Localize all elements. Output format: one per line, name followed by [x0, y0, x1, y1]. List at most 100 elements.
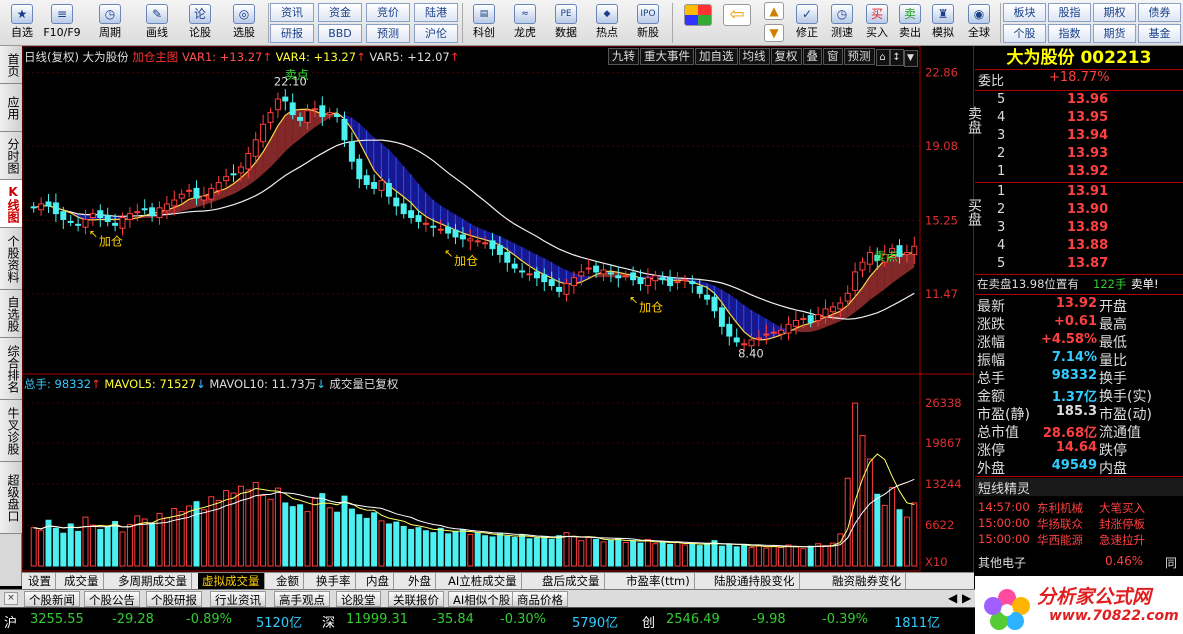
- side-tab-4[interactable]: 个股资料: [0, 228, 22, 290]
- toolbar-stock-select-button[interactable]: ◎ 选股: [224, 2, 264, 44]
- sprite-stock[interactable]: 东利机械: [1037, 500, 1083, 516]
- indicator-tab[interactable]: 外盘: [404, 573, 436, 589]
- indicator-tab[interactable]: 虚拟成交量: [198, 573, 265, 589]
- sprite-title[interactable]: 短线精灵: [978, 478, 1030, 497]
- toolbar-dragon-tiger-button[interactable]: ≈ 龙虎: [505, 2, 545, 44]
- sprite-stock[interactable]: 华扬联众: [1037, 516, 1083, 532]
- toolbar-grid-button[interactable]: 研报: [270, 24, 314, 43]
- toolbar-grid-button[interactable]: 预测: [366, 24, 410, 43]
- indicator-tab[interactable]: 多周期成交量: [114, 573, 192, 589]
- toolbar-ipo-button[interactable]: IPO 新股: [628, 2, 668, 44]
- side-tab-3[interactable]: K线图: [0, 180, 22, 228]
- sell-price[interactable]: 13.96: [1067, 92, 1108, 107]
- nav-left-icon[interactable]: ◀: [948, 591, 957, 605]
- toolbar-star-button[interactable]: ★ 自选: [2, 2, 42, 44]
- lock-icon[interactable]: ⌂: [875, 49, 890, 66]
- toolbar-market-button[interactable]: 板块: [1003, 3, 1046, 22]
- side-tab-5[interactable]: 自选股: [0, 290, 22, 338]
- news-tab[interactable]: 商品价格: [512, 591, 568, 607]
- news-tab[interactable]: 关联报价: [388, 591, 444, 607]
- news-tab[interactable]: 个股公告: [84, 591, 140, 607]
- toolbar-grid-button[interactable]: 竞价: [366, 3, 410, 22]
- toolbar-market-button[interactable]: 期权: [1093, 3, 1136, 22]
- indicator-tab[interactable]: 陆股通持股变化: [710, 573, 800, 589]
- chart-formula-name[interactable]: 加仓主图: [132, 50, 178, 64]
- chart-tool-button[interactable]: 重大事件: [640, 48, 694, 65]
- buy-price[interactable]: 13.90: [1067, 202, 1108, 217]
- chart-tool-button[interactable]: 预测: [843, 48, 875, 65]
- side-tab-7[interactable]: 牛叉诊股: [0, 400, 22, 462]
- toolbar-pe-data-button[interactable]: PE 数据: [546, 2, 586, 44]
- indicator-tab[interactable]: 设置: [24, 573, 56, 589]
- side-tab-8[interactable]: 超级盘口: [0, 462, 22, 534]
- news-collapse-icon[interactable]: ×: [4, 592, 18, 605]
- toolbar-grid-button[interactable]: BBD: [318, 24, 362, 43]
- up-arrow-icon[interactable]: ▲: [764, 2, 784, 20]
- sell-price[interactable]: 13.94: [1067, 128, 1108, 143]
- nav-right-icon[interactable]: ▶: [962, 591, 971, 605]
- down-arrow-icon[interactable]: ▼: [764, 24, 784, 42]
- toolbar-grid-button[interactable]: 沪伦: [414, 24, 458, 43]
- layout-grid-icon[interactable]: [684, 4, 712, 26]
- kline-chart-area[interactable]: 22.86 19.08 15.25 11.47 加仓 ↖ 加仓 ↖ 加仓 ↖ 卖点 卖点 22.10 8.…: [22, 46, 974, 572]
- indicator-tab[interactable]: 换手率: [312, 573, 356, 589]
- toolbar-market-button[interactable]: 股指: [1048, 3, 1091, 22]
- side-tab-0[interactable]: 首页: [0, 46, 22, 84]
- indicator-tab[interactable]: AI立桩成交量: [444, 573, 522, 589]
- side-tab-2[interactable]: 分时图: [0, 132, 22, 180]
- side-tab-6[interactable]: 综合排名: [0, 338, 22, 400]
- toolbar-hot-button[interactable]: ◆ 热点: [587, 2, 627, 44]
- buy-price[interactable]: 13.87: [1067, 256, 1108, 271]
- toolbar-pencil-button[interactable]: ✎ 画线: [137, 2, 177, 44]
- news-tab[interactable]: 高手观点: [274, 591, 330, 607]
- side-tab-1[interactable]: 应用: [0, 84, 22, 132]
- chart-menu-dropdown-icon[interactable]: ▼: [903, 50, 918, 67]
- toolbar-clock-button[interactable]: ◷ 周期: [90, 2, 130, 44]
- indicator-tab[interactable]: 成交量: [60, 573, 104, 589]
- toolbar-market-button[interactable]: 基金: [1138, 24, 1181, 43]
- news-tab[interactable]: 行业资讯: [210, 591, 266, 607]
- toolbar-sell-button[interactable]: 卖卖出: [893, 2, 927, 44]
- news-tab[interactable]: 个股研报: [146, 591, 202, 607]
- news-tab[interactable]: AI相似个股: [448, 591, 516, 607]
- news-tab[interactable]: 个股新闻: [24, 591, 80, 607]
- toolbar-f10-button[interactable]: ≡ F10/F9: [42, 2, 82, 44]
- buy-price[interactable]: 13.91: [1067, 184, 1108, 199]
- toolbar-speed-test-button[interactable]: ◷ 测速: [825, 2, 859, 44]
- chart-tool-button[interactable]: 窗: [823, 48, 843, 65]
- toolbar-grid-button[interactable]: 陆港: [414, 3, 458, 22]
- toolbar-market-button[interactable]: 债券: [1138, 3, 1181, 22]
- chart-tool-button[interactable]: 复权: [770, 48, 802, 65]
- news-tab[interactable]: 论股堂: [336, 591, 381, 607]
- back-arrow-icon[interactable]: ⇦: [723, 4, 751, 26]
- sector-name[interactable]: 其他电子: [978, 554, 1026, 571]
- chart-tool-button[interactable]: 叠: [802, 48, 822, 65]
- sprite-stock[interactable]: 华西能源: [1037, 532, 1083, 548]
- toolbar-kechuang-button[interactable]: ▤ 科创: [464, 2, 504, 44]
- toolbar-globe-button[interactable]: ◉ 全球: [962, 2, 996, 44]
- indicator-tab[interactable]: 金额: [272, 573, 304, 589]
- sell-price[interactable]: 13.92: [1067, 164, 1108, 179]
- indicator-tab[interactable]: 市盈率(ttm): [622, 573, 695, 589]
- chart-tool-button[interactable]: 加自选: [695, 48, 738, 65]
- toolbar-grid-button[interactable]: 资金: [318, 3, 362, 22]
- toolbar-correct-button[interactable]: ✓ 修正: [790, 2, 824, 44]
- toolbar-buy-button[interactable]: 买买入: [860, 2, 894, 44]
- toolbar-market-button[interactable]: 个股: [1003, 24, 1046, 43]
- sell-price[interactable]: 13.93: [1067, 146, 1108, 161]
- indicator-tab[interactable]: 融资融券变化: [828, 573, 906, 589]
- chart-tool-button[interactable]: 九转: [608, 48, 639, 65]
- toolbar-simulate-button[interactable]: ♜ 模拟: [926, 2, 960, 44]
- indicator-tab[interactable]: 内盘: [362, 573, 394, 589]
- buy-price[interactable]: 13.89: [1067, 220, 1108, 235]
- kline-chart-svg[interactable]: 22.8619.0815.2511.47加仓↖加仓↖加仓↖卖点卖点22.108.…: [22, 46, 974, 572]
- indicator-tab[interactable]: 盘后成交量: [538, 573, 605, 589]
- toolbar-grid-button[interactable]: 资讯: [270, 3, 314, 22]
- chart-tool-button[interactable]: 均线: [738, 48, 770, 65]
- buy-price[interactable]: 13.88: [1067, 238, 1108, 253]
- expand-icon[interactable]: ↕: [889, 49, 904, 66]
- toolbar-discuss-button[interactable]: 论论股: [180, 2, 220, 44]
- toolbar-market-button[interactable]: 期货: [1093, 24, 1136, 43]
- sell-price[interactable]: 13.95: [1067, 110, 1108, 125]
- toolbar-market-button[interactable]: 指数: [1048, 24, 1091, 43]
